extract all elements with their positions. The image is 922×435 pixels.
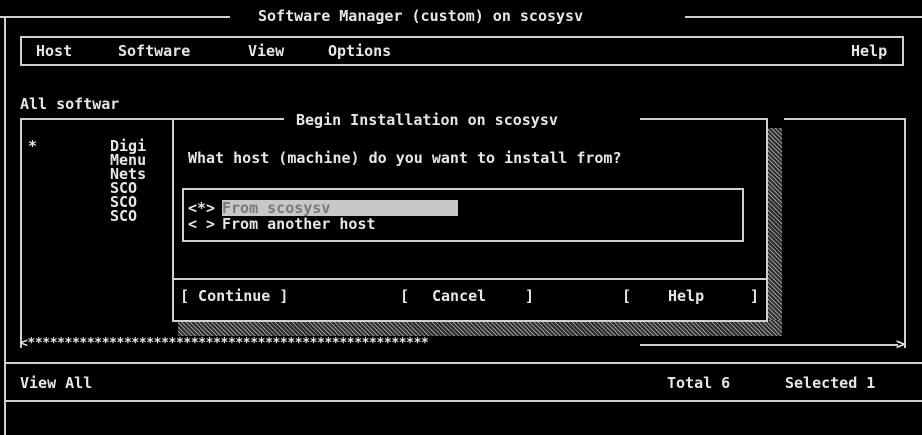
help-button[interactable]: Help	[668, 288, 704, 304]
dialog-question: What host (machine) do you want to insta…	[188, 149, 622, 167]
window-frame-top-right	[685, 16, 922, 18]
dialog-button-rule	[174, 278, 766, 280]
panel-right-border	[904, 118, 906, 348]
menu-view[interactable]: View	[248, 43, 284, 59]
help-bracket-open: [	[622, 287, 632, 305]
status-selected: Selected 1	[785, 374, 876, 392]
radio-option-from-scosysv[interactable]: From scosysv	[222, 200, 458, 216]
panel-top-right	[784, 118, 904, 120]
dialog-shadow-right	[766, 128, 782, 336]
help-bracket-close: ]	[750, 287, 760, 305]
section-label: All softwar	[20, 95, 120, 113]
continue-button[interactable]: [ Continue ]	[180, 288, 288, 304]
status-bottom-rule	[4, 400, 922, 402]
scrollbar-track-end	[640, 344, 898, 346]
radio-option-marker[interactable]: <*>	[188, 200, 215, 216]
dialog-title: Begin Installation on scosysv	[296, 111, 558, 129]
dialog-top-left	[172, 118, 284, 120]
list-item-mark: *	[28, 137, 38, 155]
status-view: View All	[20, 374, 93, 392]
cancel-bracket-close: ]	[525, 287, 535, 305]
horizontal-scrollbar[interactable]: <***************************************…	[20, 336, 429, 352]
menu-options[interactable]: Options	[328, 43, 391, 59]
cancel-button[interactable]: Cancel	[432, 288, 486, 304]
status-total: Total 6	[667, 374, 731, 392]
radio-option-another-host[interactable]: From another host	[222, 216, 376, 232]
panel-top-left	[20, 118, 172, 120]
radio-option-marker[interactable]: < >	[188, 216, 215, 232]
window-title: Software Manager (custom) on scosysv	[258, 7, 584, 25]
window-frame-left	[4, 16, 6, 435]
scroll-right-arrow[interactable]: >	[896, 336, 905, 352]
panel-left-border	[20, 118, 22, 348]
dialog-top-right	[640, 118, 768, 120]
menu-host[interactable]: Host	[36, 43, 72, 59]
menu-help[interactable]: Help	[851, 43, 887, 59]
dialog-shadow-bottom	[178, 320, 782, 336]
menu-software[interactable]: Software	[118, 43, 190, 59]
cancel-bracket-open: [	[400, 287, 410, 305]
list-item[interactable]: SCO	[110, 208, 137, 224]
window-frame-top-left	[0, 16, 230, 18]
status-top-rule	[4, 362, 922, 364]
